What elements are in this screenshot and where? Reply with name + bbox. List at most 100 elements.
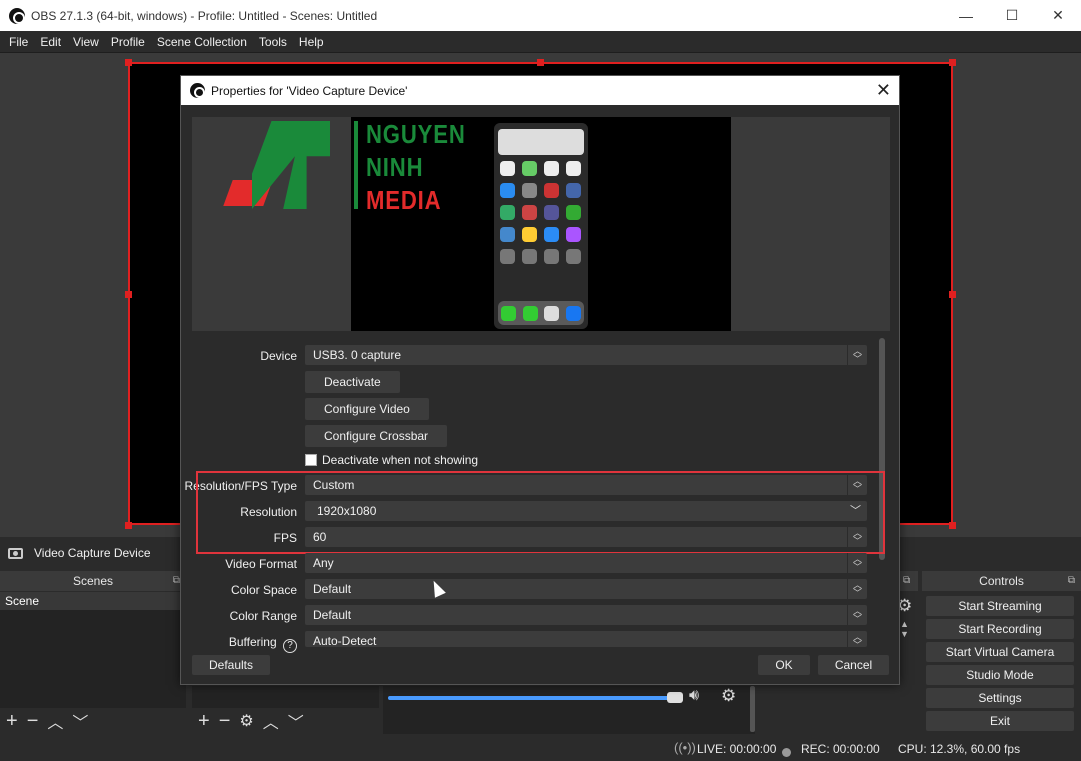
scenes-list: Scene [0,592,186,708]
add-icon[interactable]: + [198,710,210,733]
cpu-status: CPU: 12.3%, 60.00 fps [898,742,1021,756]
resize-handle[interactable] [949,59,956,66]
ok-button[interactable]: OK [758,655,810,675]
obs-logo-icon [9,7,25,24]
move-down-icon[interactable]: ﹀ [72,709,88,733]
broadcast-icon: ((•)) [674,740,696,755]
menu-profile[interactable]: Profile [105,35,151,49]
video-format-value: Any [313,556,334,570]
app-icon [500,227,515,242]
app-icon [500,249,515,264]
float-dock-icon[interactable]: ⧉ [173,575,180,586]
scenes-title: Scenes [72,574,114,588]
move-down-icon[interactable]: ﹀ [288,709,304,733]
device-value: USB3. 0 capture [313,348,402,362]
app-icon [500,161,515,176]
start-virtual-camera-button[interactable]: Start Virtual Camera [926,642,1074,662]
color-space-select[interactable]: Default ︿ ﹀ [305,579,867,599]
menu-help[interactable]: Help [293,35,330,49]
defaults-button[interactable]: Defaults [192,655,270,675]
app-icon [544,205,559,220]
obs-logo-icon [190,83,205,98]
app-icon [522,161,537,176]
add-icon[interactable]: + [6,710,18,733]
resize-handle[interactable] [949,522,956,529]
move-up-icon[interactable]: ︿ [263,709,279,733]
close-button[interactable]: ✕ [1035,0,1081,31]
video-frame: NGUYEN NINH MEDIA [351,117,731,331]
configure-video-button[interactable]: Configure Video [305,398,429,420]
phone-dock [498,301,584,325]
buffering-label-text: Buffering [228,635,277,649]
color-range-select[interactable]: Default ︿ ﹀ [305,605,867,625]
maximize-button[interactable]: ☐ [989,0,1035,31]
float-dock-icon[interactable]: ⧉ [1068,575,1075,586]
menu-edit[interactable]: Edit [34,35,67,49]
close-icon[interactable]: ✕ [876,80,891,101]
resize-handle[interactable] [949,291,956,298]
app-icon [522,205,537,220]
scenes-dock-title: Scenes ⧉ [0,571,186,591]
start-recording-button[interactable]: Start Recording [926,619,1074,639]
speaker-icon[interactable]: 🔊︎ [689,687,699,705]
resize-handle[interactable] [537,59,544,66]
remove-icon[interactable]: − [27,710,39,733]
volume-slider-knob[interactable] [667,692,683,703]
exit-button[interactable]: Exit [926,711,1074,731]
buffering-value: Auto-Detect [313,634,377,647]
buffering-select[interactable]: Auto-Detect ︿ ﹀ [305,631,867,647]
facebook-icon [565,305,581,321]
deactivate-when-not-showing-checkbox[interactable] [305,454,317,466]
spin-arrows-icon: ︿ ﹀ [847,345,867,365]
app-icon [500,183,515,198]
phone-call-icon [501,305,517,321]
configure-crossbar-button[interactable]: Configure Crossbar [305,425,448,447]
studio-mode-button[interactable]: Studio Mode [926,665,1074,685]
video-format-select[interactable]: Any ︿ ﹀ [305,553,867,573]
phone-screen-capture [494,123,588,329]
scrollbar[interactable] [750,686,755,732]
menu-scene-collection[interactable]: Scene Collection [151,35,253,49]
audio-mixer: 🔊︎ ⚙ [383,686,755,734]
source-name: Video Capture Device [34,546,151,560]
logo-text-line3: MEDIA [366,185,442,215]
volume-slider-track[interactable] [388,696,676,700]
logo-text-line2: NINH [366,152,424,182]
scene-item[interactable]: Scene [0,592,186,610]
brand-logo [192,117,351,331]
app-icon [544,183,559,198]
start-streaming-button[interactable]: Start Streaming [926,596,1074,616]
phone-widget [498,129,584,155]
settings-button[interactable]: Settings [926,688,1074,708]
move-up-icon[interactable]: ︿ [47,709,63,733]
remove-icon[interactable]: − [219,710,231,733]
deactivate-when-not-showing-label: Deactivate when not showing [322,453,479,467]
device-label: Device [260,349,297,363]
properties-dialog: Properties for 'Video Capture Device' ✕ … [180,75,900,685]
menu-file[interactable]: File [3,35,34,49]
phone-app-grid [500,161,582,264]
minimize-button[interactable]: — [943,0,989,31]
menu-tools[interactable]: Tools [253,35,293,49]
color-range-label: Color Range [229,609,297,623]
spin-down-icon[interactable]: ▼ [900,629,909,639]
cancel-button[interactable]: Cancel [818,655,889,675]
gear-icon[interactable]: ⚙ [239,711,253,731]
app-icon [522,227,537,242]
device-select[interactable]: USB3. 0 capture ︿ ﹀ [305,345,867,365]
controls-dock-title: Controls ⧉ [922,571,1081,591]
resize-handle[interactable] [125,291,132,298]
spin-up-icon[interactable]: ▲ [900,619,909,629]
gear-icon[interactable]: ⚙ [721,686,736,706]
source-preview: NGUYEN NINH MEDIA [192,117,890,331]
deactivate-button[interactable]: Deactivate [305,371,400,393]
app-icon [566,227,581,242]
status-bar: ((•)) LIVE: 00:00:00 REC: 00:00:00 CPU: … [0,737,1081,761]
help-icon[interactable]: ? [283,639,297,653]
dialog-title: Properties for 'Video Capture Device' [211,83,408,98]
app-icon [566,249,581,264]
spin-arrows-icon: ︿ ﹀ [847,605,867,625]
menu-view[interactable]: View [67,35,105,49]
resize-handle[interactable] [125,59,132,66]
resize-handle[interactable] [125,522,132,529]
